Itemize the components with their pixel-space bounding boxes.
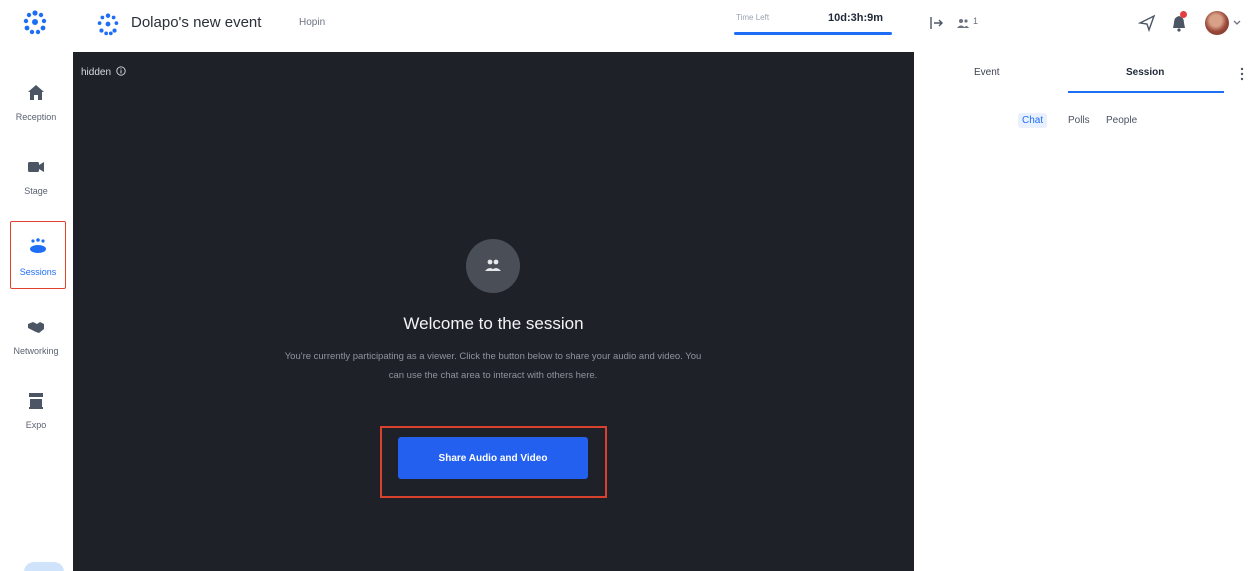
attendee-count: 1 xyxy=(973,16,979,26)
subtab-people[interactable]: People xyxy=(1102,113,1141,128)
session-avatar-circle xyxy=(466,239,520,293)
sidebar-item-label: Networking xyxy=(13,346,59,356)
attendees-icon[interactable] xyxy=(956,16,970,30)
send-icon[interactable] xyxy=(1138,14,1156,32)
sidebar-item-label: Stage xyxy=(24,186,48,196)
time-left-value: 10d:3h:9m xyxy=(828,12,884,24)
welcome-title: Welcome to the session xyxy=(403,314,584,333)
home-icon xyxy=(28,85,44,100)
sidebar-item-label: Expo xyxy=(25,420,47,430)
visibility-label: hidden xyxy=(81,67,112,78)
event-logo-icon xyxy=(97,13,119,36)
right-panel: Event Session Chat Polls People xyxy=(914,52,1249,571)
booth-icon xyxy=(29,393,43,409)
welcome-description: You're currently participating as a view… xyxy=(284,351,702,381)
leave-event-icon[interactable] xyxy=(929,15,945,31)
info-icon[interactable] xyxy=(116,66,126,76)
hopin-logo-icon[interactable] xyxy=(20,8,50,38)
sidebar-item-networking[interactable]: Networking xyxy=(0,316,72,356)
handshake-icon xyxy=(28,322,44,333)
sidebar-item-label: Sessions xyxy=(19,267,57,277)
sidebar-item-sessions[interactable]: Sessions xyxy=(10,221,66,289)
avatar[interactable] xyxy=(1205,11,1229,35)
visibility-indicator: hidden xyxy=(81,66,126,78)
more-options-icon[interactable] xyxy=(1240,66,1244,82)
tab-event[interactable]: Event xyxy=(974,67,1000,78)
sidebar-item-stage[interactable]: Stage xyxy=(0,156,72,196)
time-left-label: Time Left xyxy=(736,13,770,22)
people-icon xyxy=(485,259,501,271)
sidebar-item-reception[interactable]: Reception xyxy=(0,82,72,122)
video-camera-icon xyxy=(28,162,44,172)
tab-session[interactable]: Session xyxy=(1126,67,1164,78)
subtab-chat[interactable]: Chat xyxy=(1018,113,1048,128)
help-bubble[interactable] xyxy=(24,562,64,571)
event-title: Dolapo's new event xyxy=(131,14,262,31)
subtab-polls[interactable]: Polls xyxy=(1064,113,1094,128)
active-tab-indicator xyxy=(1068,91,1224,93)
sidebar-item-expo[interactable]: Expo xyxy=(0,390,72,430)
sidebar-item-label: Reception xyxy=(15,112,57,122)
share-audio-video-button[interactable]: Share Audio and Video xyxy=(398,437,588,479)
time-left-progress xyxy=(734,32,892,35)
top-bar: Dolapo's new event Hopin Time Left 10d:3… xyxy=(72,0,1249,52)
organizer-link[interactable]: Hopin xyxy=(299,17,325,28)
left-sidebar: Reception Stage Sessions Networking Expo xyxy=(0,0,72,571)
chevron-down-icon[interactable] xyxy=(1232,18,1242,28)
sessions-group-icon xyxy=(30,238,46,253)
notification-badge xyxy=(1180,11,1187,18)
session-stage: hidden Welcome to the session You're cur… xyxy=(73,52,914,571)
